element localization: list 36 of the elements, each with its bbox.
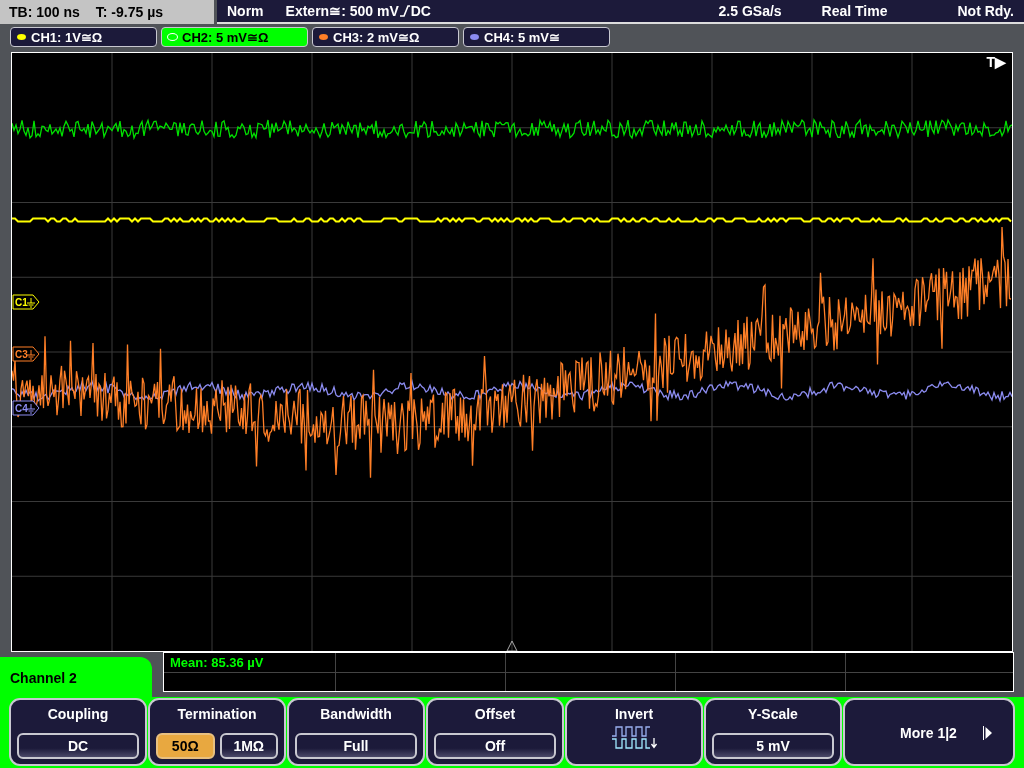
square-wave-invert-icon: [611, 725, 657, 751]
softkey-title: Bandwidth: [320, 706, 392, 722]
softkey-title: Offset: [474, 706, 516, 722]
trigger-mode-label: Norm: [227, 3, 264, 19]
channel-marker: C3: [12, 346, 40, 362]
softkey-title: Termination: [177, 706, 257, 722]
softkey-title: Y-Scale: [748, 706, 798, 722]
softkey-value-button[interactable]: 5 mV: [712, 733, 834, 759]
option-button[interactable]: 1MΩ: [219, 733, 278, 759]
channel-tab[interactable]: CH4: 5 mV≅: [463, 27, 610, 47]
trigger-level-label: T▶: [986, 54, 1006, 70]
channel-marker: C1: [12, 294, 40, 310]
rising-edge-icon: [399, 5, 410, 17]
channel-tab[interactable]: CH1: 1V≅Ω: [10, 27, 157, 47]
trigger-time-label: T: -9.75 µs: [95, 4, 164, 20]
sample-rate-label: 2.5 GSa/s: [718, 3, 782, 19]
softkey-value-button[interactable]: DC: [17, 733, 139, 759]
softkey-value-button[interactable]: Full: [295, 733, 417, 759]
softkey-button[interactable]: More 1|2: [843, 698, 1015, 766]
trigger-coupling-label: DC: [410, 3, 431, 19]
softkey-title: Invert: [614, 706, 654, 722]
status-label: Not Rdy.: [957, 3, 1014, 19]
channel-tab[interactable]: CH3: 2 mV≅Ω: [312, 27, 459, 47]
channel-tab[interactable]: CH2: 5 mV≅Ω: [161, 27, 308, 47]
trigger-position-icon: [506, 640, 518, 651]
next-page-icon: [982, 725, 992, 740]
softkey-value-button[interactable]: Off: [434, 733, 556, 759]
channel-marker: C4: [12, 400, 40, 416]
trigger-source-label: Extern≅: 500 mV: [285, 3, 399, 19]
option-button[interactable]: 50Ω: [156, 733, 215, 759]
timebase-label: TB: 100 ns: [9, 4, 80, 20]
channel-menu-tab[interactable]: Channel 2: [0, 657, 152, 697]
softkey-button[interactable]: Invert: [565, 698, 703, 766]
softkey-title: Coupling: [47, 706, 109, 722]
measurement-readout: Mean: 85.36 µV: [170, 655, 264, 670]
acquisition-mode-label: Real Time: [821, 3, 888, 19]
